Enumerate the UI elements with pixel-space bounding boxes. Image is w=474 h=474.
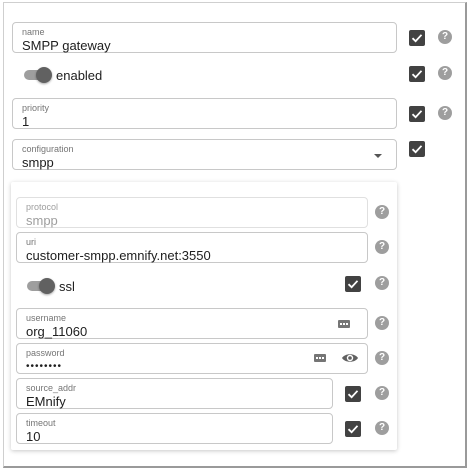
check-icon (411, 70, 423, 79)
username-value: org_11060 (26, 324, 88, 339)
priority-value: 1 (22, 114, 30, 129)
configuration-select[interactable]: configuration smpp (12, 139, 397, 170)
help-icon[interactable]: ? (375, 316, 389, 330)
configuration-label: configuration (22, 144, 74, 154)
password-value: •••••••• (26, 361, 63, 372)
protocol-label: protocol (26, 202, 59, 212)
eye-icon[interactable] (341, 352, 359, 364)
source-addr-value: EMnify (26, 394, 66, 409)
ssl-toggle[interactable] (27, 278, 55, 294)
timeout-field[interactable]: timeout 10 (16, 413, 333, 444)
help-icon[interactable]: ? (375, 205, 389, 219)
check-icon (411, 145, 423, 154)
timeout-label: timeout (26, 418, 56, 428)
check-icon (347, 280, 359, 289)
help-icon[interactable]: ? (375, 386, 389, 400)
keyboard-icon (338, 320, 350, 328)
help-icon[interactable]: ? (438, 106, 452, 120)
configuration-value: smpp (22, 155, 54, 170)
uri-label: uri (26, 237, 37, 247)
help-icon[interactable]: ? (438, 66, 452, 80)
source-addr-field[interactable]: source_addr EMnify (16, 378, 333, 409)
uri-value: customer-smpp.emnify.net:3550 (26, 248, 211, 263)
source-addr-checkbox[interactable] (345, 386, 361, 402)
protocol-value: smpp (26, 213, 58, 228)
check-icon (411, 34, 423, 43)
name-value: SMPP gateway (22, 38, 111, 53)
priority-field[interactable]: priority 1 (12, 98, 397, 129)
configuration-checkbox[interactable] (409, 141, 425, 157)
ssl-checkbox[interactable] (345, 276, 361, 292)
help-icon[interactable]: ? (375, 276, 389, 290)
username-label: username (26, 313, 67, 323)
priority-label: priority (22, 103, 50, 113)
protocol-field: protocol smpp (16, 197, 368, 228)
name-field[interactable]: name SMPP gateway (12, 22, 397, 53)
toggle-thumb (39, 278, 55, 294)
help-icon[interactable]: ? (375, 421, 389, 435)
name-label: name (22, 27, 45, 37)
timeout-checkbox[interactable] (345, 421, 361, 437)
priority-checkbox[interactable] (409, 106, 425, 122)
password-field[interactable]: password •••••••• (16, 343, 368, 374)
timeout-value: 10 (26, 429, 41, 444)
help-icon[interactable]: ? (375, 240, 389, 254)
chevron-down-icon[interactable] (372, 152, 384, 160)
enabled-label: enabled (56, 68, 103, 83)
enabled-checkbox[interactable] (409, 66, 425, 82)
password-label: password (26, 348, 65, 358)
ssl-label: ssl (59, 279, 75, 294)
check-icon (347, 390, 359, 399)
toggle-thumb (36, 67, 52, 83)
name-checkbox[interactable] (409, 30, 425, 46)
check-icon (411, 110, 423, 119)
enabled-toggle[interactable] (24, 67, 52, 83)
uri-field[interactable]: uri customer-smpp.emnify.net:3550 (16, 232, 368, 263)
keyboard-icon (314, 354, 326, 362)
check-icon (347, 425, 359, 434)
help-icon[interactable]: ? (438, 30, 452, 44)
help-icon[interactable]: ? (375, 351, 389, 365)
username-field[interactable]: username org_11060 (16, 308, 368, 339)
source-addr-label: source_addr (26, 383, 77, 393)
